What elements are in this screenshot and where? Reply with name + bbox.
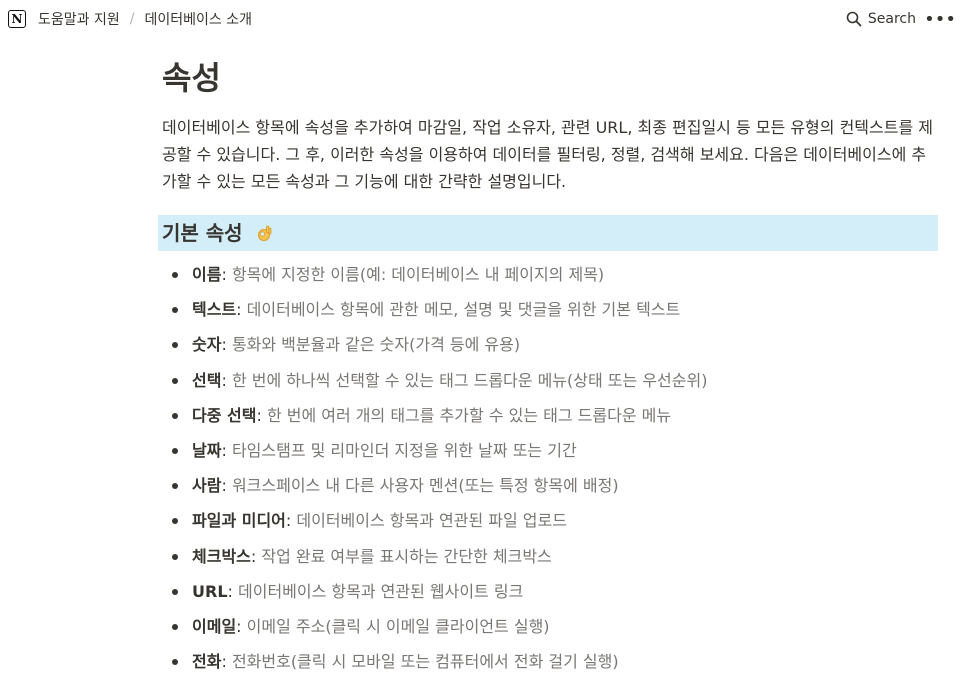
bullet-icon [172, 377, 178, 384]
bullet-icon [172, 342, 178, 349]
bullet-icon [172, 307, 178, 314]
page-content: 속성 데이터베이스 항목에 속성을 추가하여 마감일, 작업 소유자, 관련 U… [158, 56, 942, 679]
term-separator: : [227, 581, 238, 601]
list-item: 이메일: 이메일 주소(클릭 시 이메일 클라이언트 실행) [162, 609, 942, 644]
term-separator: : [221, 476, 232, 496]
list-item: 선택: 한 번에 하나씩 선택할 수 있는 태그 드롭다운 메뉴(상태 또는 우… [162, 363, 942, 398]
search-button[interactable]: Search [840, 9, 922, 29]
list-item: 숫자: 통화와 백분율과 같은 숫자(가격 등에 유용) [162, 327, 942, 362]
property-term: 전화 [192, 652, 222, 672]
property-description: 한 번에 여러 개의 태그를 추가할 수 있는 태그 드롭다운 메뉴 [266, 405, 672, 425]
bullet-icon [172, 624, 178, 631]
property-term: 사람 [192, 476, 222, 496]
term-separator: : [236, 300, 247, 320]
bullet-icon [172, 272, 178, 278]
term-separator: : [236, 617, 247, 637]
property-description: 이메일 주소(클릭 시 이메일 클라이언트 실행) [246, 617, 550, 637]
topbar-actions: Search ••• [840, 9, 956, 30]
property-description: 데이터베이스 항목에 관한 메모, 설명 및 댓글을 위한 기본 텍스트 [246, 300, 681, 320]
bullet-icon [172, 518, 178, 525]
property-term: 이름 [192, 265, 222, 284]
breadcrumb-item-database-intro[interactable]: 데이터베이스 소개 [140, 7, 256, 31]
term-separator: : [221, 335, 232, 355]
property-description: 타임스탬프 및 리마인더 지정을 위한 날짜 또는 기간 [231, 441, 577, 461]
list-item: URL: 데이터베이스 항목과 연관된 웹사이트 링크 [162, 574, 942, 609]
property-term: 체크박스 [192, 546, 251, 566]
breadcrumb-item-help[interactable]: 도움말과 지원 [34, 7, 124, 31]
intro-paragraph: 데이터베이스 항목에 속성을 추가하여 마감일, 작업 소유자, 관련 URL,… [162, 118, 933, 191]
term-separator: : [256, 405, 267, 425]
bullet-icon [172, 448, 178, 455]
list-item: 텍스트: 데이터베이스 항목에 관한 메모, 설명 및 댓글을 위한 기본 텍스… [162, 292, 942, 327]
property-term: URL [192, 581, 228, 601]
term-separator: : [250, 546, 262, 566]
notion-logo-icon[interactable]: N [8, 10, 26, 28]
term-separator: : [221, 265, 232, 284]
property-list: 이름: 항목에 지정한 이름(예: 데이터베이스 내 페이지의 제목) 텍스트: … [162, 257, 942, 679]
list-item: 사람: 워크스페이스 내 다른 사용자 멘션(또는 특정 항목에 배정) [162, 468, 942, 503]
bullet-icon [172, 659, 178, 666]
property-description: 데이터베이스 항목과 연관된 웹사이트 링크 [238, 581, 524, 601]
property-description: 데이터베이스 항목과 연관된 파일 업로드 [296, 511, 567, 531]
property-description: 전화번호(클릭 시 모바일 또는 컴퓨터에서 전화 걸기 실행) [231, 652, 619, 672]
search-label: Search [867, 11, 916, 27]
property-term: 날짜 [192, 441, 222, 461]
property-term: 텍스트 [192, 300, 237, 320]
property-description: 작업 완료 여부를 표시하는 간단한 체크박스 [261, 546, 552, 566]
property-term: 이메일 [192, 617, 237, 637]
section-heading-basic-properties: 기본 속성 [158, 215, 938, 251]
list-item: 전화: 전화번호(클릭 시 모바일 또는 컴퓨터에서 전화 걸기 실행) [162, 644, 942, 679]
list-item: 파일과 미디어: 데이터베이스 항목과 연관된 파일 업로드 [162, 503, 942, 538]
more-options-button[interactable]: ••• [924, 9, 956, 30]
term-separator: : [221, 441, 232, 461]
bullet-icon [172, 483, 178, 490]
bullet-icon [172, 553, 178, 560]
page-title: 속성 [162, 59, 221, 97]
list-item: 이름: 항목에 지정한 이름(예: 데이터베이스 내 페이지의 제목) [162, 257, 942, 292]
bullet-icon [172, 412, 178, 419]
property-term: 숫자 [192, 335, 222, 355]
term-separator: : [221, 652, 232, 672]
breadcrumb: N 도움말과 지원 / 데이터베이스 소개 [8, 7, 256, 31]
property-term: 다중 선택 [192, 405, 257, 425]
property-term: 선택 [192, 370, 222, 390]
list-item: 날짜: 타임스탬프 및 리마인더 지정을 위한 날짜 또는 기간 [162, 433, 942, 468]
search-icon [846, 11, 862, 27]
top-bar: N 도움말과 지원 / 데이터베이스 소개 Search ••• [0, 0, 960, 38]
property-description: 항목에 지정한 이름(예: 데이터베이스 내 페이지의 제목) [231, 265, 605, 284]
more-dots-icon: ••• [924, 8, 956, 30]
term-separator: : [285, 511, 297, 531]
list-item: 체크박스: 작업 완료 여부를 표시하는 간단한 체크박스 [162, 539, 942, 574]
property-description: 한 번에 하나씩 선택할 수 있는 태그 드롭다운 메뉴(상태 또는 우선순위) [231, 370, 708, 390]
list-item: 다중 선택: 한 번에 여러 개의 태그를 추가할 수 있는 태그 드롭다운 메… [162, 398, 942, 433]
bullet-icon [172, 588, 178, 595]
property-description: 워크스페이스 내 다른 사용자 멘션(또는 특정 항목에 배정) [231, 476, 619, 496]
breadcrumb-separator: / [129, 11, 135, 27]
property-description: 통화와 백분율과 같은 숫자(가격 등에 유용) [231, 335, 521, 355]
section-heading-text: 기본 속성 [162, 221, 243, 245]
term-separator: : [221, 370, 232, 390]
ok-hand-icon [257, 225, 271, 241]
property-term: 파일과 미디어 [192, 511, 286, 531]
